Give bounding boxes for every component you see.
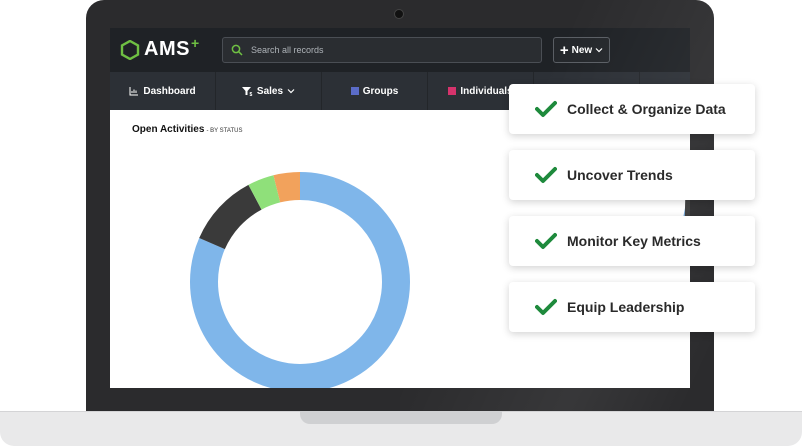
feature-label: Collect & Organize Data [567, 101, 726, 117]
nav-label-sales: Sales [256, 85, 284, 97]
plus-icon: + [559, 41, 569, 59]
app-logo[interactable]: AMS + [120, 34, 200, 61]
feature-label: Monitor Key Metrics [567, 233, 701, 249]
nav-item-sales[interactable]: $ Sales [216, 72, 322, 110]
chevron-down-icon [595, 48, 603, 53]
checkmark-icon [535, 299, 557, 315]
square-icon [350, 87, 359, 95]
panel-title: Open Activities - BY STATUS [132, 124, 242, 135]
feature-card: Uncover Trends [509, 150, 755, 200]
nav-item-dashboard[interactable]: Dashboard [110, 72, 216, 110]
panel-title-text: Open Activities [132, 124, 205, 135]
checkmark-icon [535, 233, 557, 249]
laptop-notch [300, 411, 502, 424]
feature-label: Uncover Trends [567, 167, 673, 183]
nav-item-groups[interactable]: Groups [322, 72, 428, 110]
top-bar: AMS + Search all records + New [110, 28, 690, 72]
donut-slice[interactable] [199, 184, 263, 250]
status-donut-chart [190, 172, 410, 388]
app-screen: AMS + Search all records + New Dashboard… [110, 28, 690, 388]
chart-icon [129, 86, 139, 95]
nav-label-groups: Groups [362, 85, 399, 97]
nav-label-individuals: Individuals [460, 85, 513, 97]
chevron-down-icon [287, 89, 295, 94]
camera-dot [394, 9, 404, 19]
feature-card: Collect & Organize Data [509, 84, 755, 134]
square-icon [448, 87, 457, 95]
new-button-label: New [571, 44, 593, 56]
new-button[interactable]: + New [553, 37, 610, 63]
hexagon-logo-icon [120, 39, 140, 60]
feature-label: Equip Leadership [567, 299, 685, 315]
search-placeholder: Search all records [251, 45, 324, 55]
donut-slice[interactable] [273, 172, 301, 203]
nav-label-dashboard: Dashboard [143, 85, 196, 97]
funnel-icon: $ [241, 86, 252, 96]
logo-plus: + [190, 34, 200, 51]
checkmark-icon [535, 101, 557, 117]
donut-slice[interactable] [248, 175, 281, 210]
logo-text: AMS [144, 38, 190, 60]
search-input[interactable]: Search all records [222, 37, 542, 63]
feature-card: Equip Leadership [509, 282, 755, 332]
panel-subtitle: - BY STATUS [206, 128, 243, 134]
feature-card: Monitor Key Metrics [509, 216, 755, 266]
search-icon [231, 44, 243, 56]
svg-text:$: $ [249, 92, 252, 96]
checkmark-icon [535, 167, 557, 183]
